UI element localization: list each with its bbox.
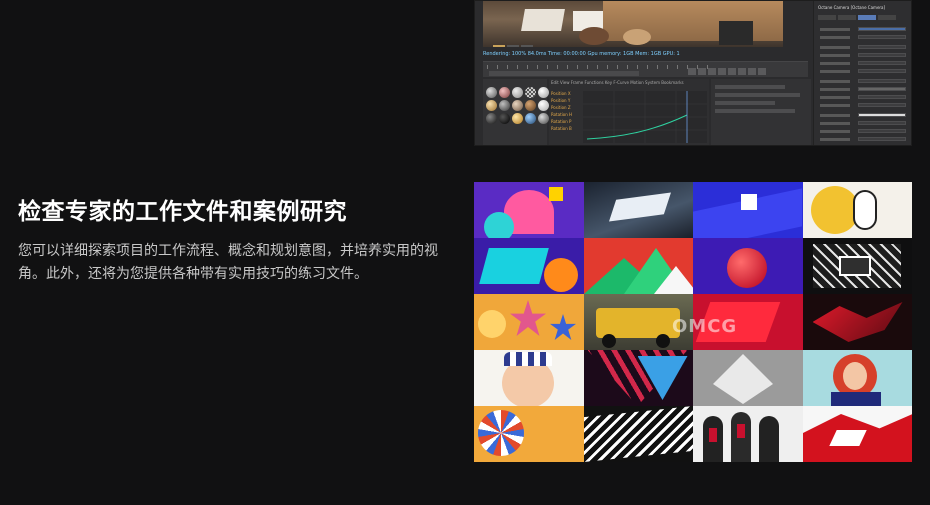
gallery-tile[interactable] xyxy=(693,182,803,238)
attr-tab[interactable] xyxy=(878,15,896,20)
track-item[interactable]: Position X xyxy=(551,91,579,97)
gallery-tile[interactable] xyxy=(583,406,693,462)
gallery-tile[interactable] xyxy=(802,294,912,350)
feature-text-block: 检查专家的工作文件和案例研究 您可以详细探索项目的工作流程、概念和规划意图，并培… xyxy=(18,196,463,286)
track-item[interactable]: Position Y xyxy=(551,98,579,104)
gallery-tile[interactable] xyxy=(802,182,912,238)
gallery-tile[interactable] xyxy=(693,238,803,294)
gallery-tile[interactable] xyxy=(474,350,584,406)
material-panel xyxy=(483,79,549,145)
attributes-title: Octane Camera [Octane Camera] xyxy=(818,5,886,10)
timeline xyxy=(483,61,808,77)
gallery-tile[interactable] xyxy=(583,350,693,406)
render-status-bar: Rendering: 100% 84.0ms Time: 00:00:00 Gp… xyxy=(483,51,680,57)
software-screenshot: Rendering: 100% 84.0ms Time: 00:00:00 Gp… xyxy=(474,0,912,146)
gallery-tile[interactable] xyxy=(693,350,803,406)
gallery-tile[interactable] xyxy=(802,350,912,406)
graph-menu: Edit View Frame Functions Key F-Curve Mo… xyxy=(551,80,684,85)
gallery-tile[interactable] xyxy=(802,238,912,294)
track-item[interactable]: Rotation P xyxy=(551,119,579,125)
gallery-tile[interactable] xyxy=(474,182,584,238)
watermark-text: OMCG xyxy=(672,316,738,337)
gallery-tile[interactable] xyxy=(474,406,584,462)
gallery-tile[interactable] xyxy=(583,182,693,238)
track-item[interactable]: Rotation B xyxy=(551,126,579,132)
timeline-graph-panel: Edit View Frame Functions Key F-Curve Mo… xyxy=(549,79,709,145)
fcurve-graph[interactable] xyxy=(583,91,707,143)
gallery-tile[interactable] xyxy=(693,406,803,462)
track-item[interactable]: Position Z xyxy=(551,105,579,111)
attr-tab[interactable] xyxy=(818,15,836,20)
track-list: Position X Position Y Position Z Rotatio… xyxy=(551,91,579,141)
attributes-panel: Octane Camera [Octane Camera] xyxy=(813,1,911,145)
gallery-tile[interactable] xyxy=(802,406,912,462)
3d-viewport xyxy=(483,1,783,47)
gallery-tile[interactable] xyxy=(474,238,584,294)
section-heading: 检查专家的工作文件和案例研究 xyxy=(18,199,347,225)
keyframe-panel xyxy=(711,79,811,145)
track-item[interactable]: Rotation H xyxy=(551,112,579,118)
attr-tab[interactable] xyxy=(838,15,856,20)
gallery-tile[interactable] xyxy=(583,238,693,294)
section-description: 您可以详细探索项目的工作流程、概念和规划意图，并培养实用的视角。此外，还将为您提… xyxy=(18,243,438,282)
attr-tab-active[interactable] xyxy=(858,15,876,20)
gallery-tile[interactable] xyxy=(474,294,584,350)
